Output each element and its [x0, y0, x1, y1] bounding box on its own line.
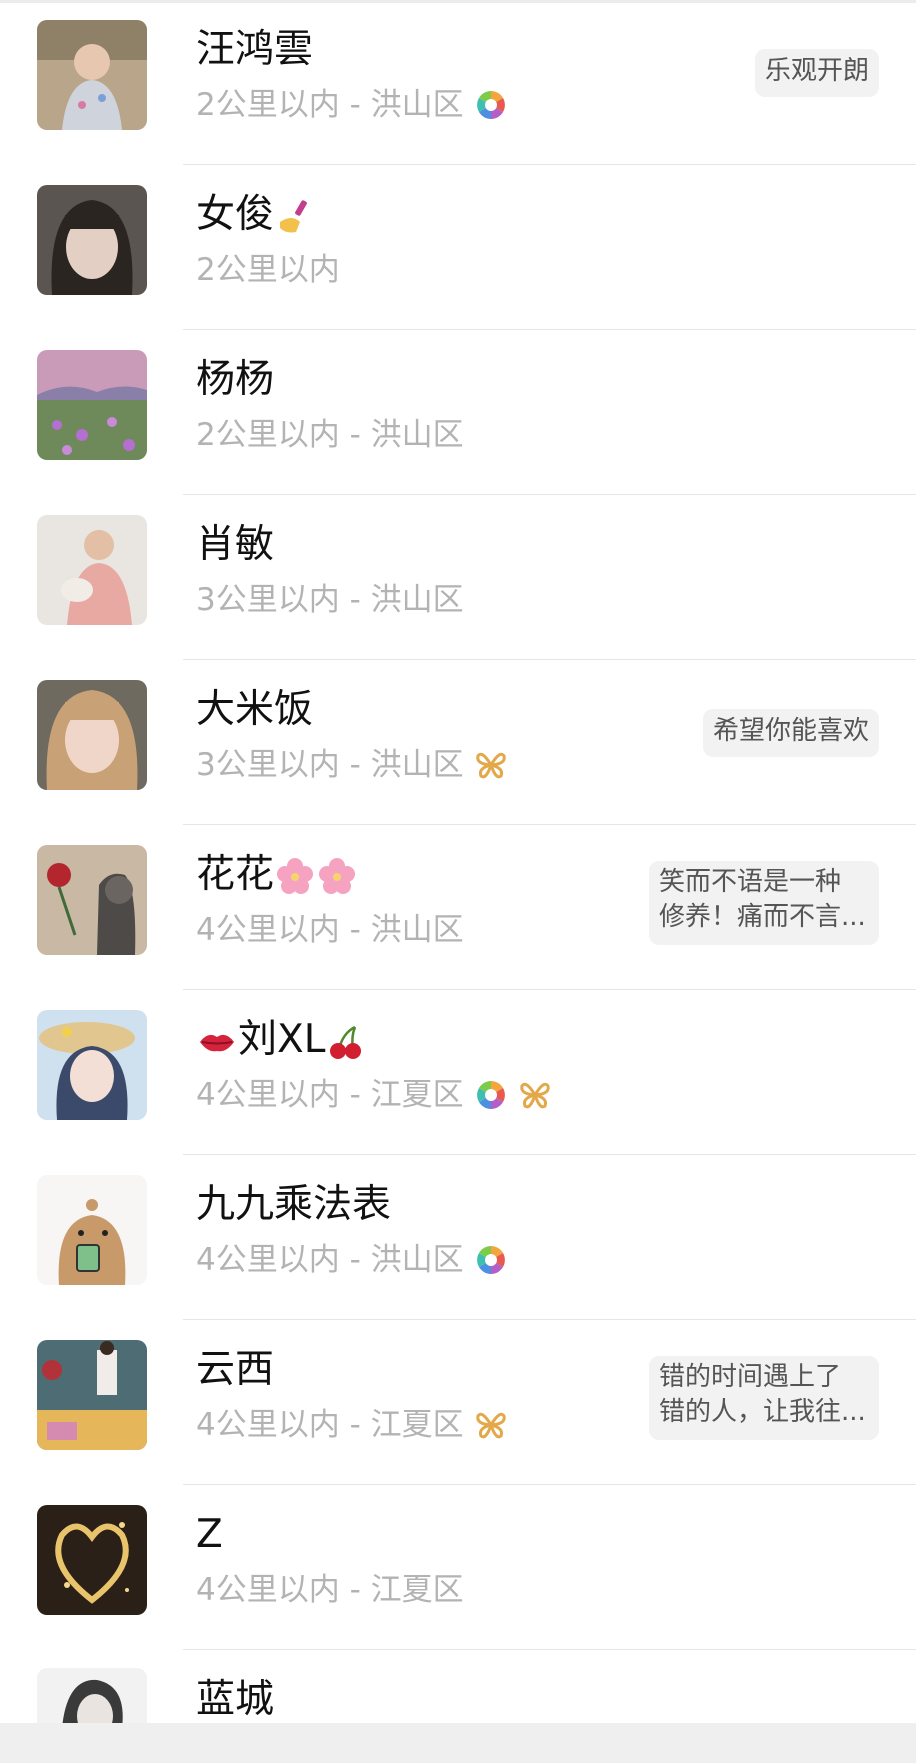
avatar[interactable] — [37, 20, 147, 130]
contact-distance: 4公里以内 - 洪山区 — [196, 1242, 464, 1278]
list-item[interactable]: 九九乘法表 4公里以内 - 洪山区 — [0, 1155, 916, 1320]
list-item[interactable]: 汪鸿雲 2公里以内 - 洪山区 乐观开朗 — [0, 0, 916, 165]
cherries-icon — [325, 1021, 367, 1063]
butterfly-icon — [474, 1408, 508, 1442]
signature-tag: 笑而不语是一种 修养！痛而不言... — [649, 861, 879, 945]
contact-name: 刘XL — [196, 1016, 367, 1064]
avatar[interactable] — [37, 1668, 147, 1723]
signature-tag: 错的时间遇上了 错的人，让我往... — [649, 1356, 879, 1440]
contact-distance-row: 4公里以内 - 洪山区 — [196, 910, 464, 950]
rainbow-shutter-icon — [474, 1078, 508, 1112]
contact-distance: 4公里以内 - 洪山区 — [196, 912, 464, 948]
contact-distance-row: 3公里以内 - 洪山区 — [196, 580, 464, 620]
butterfly-icon — [474, 748, 508, 782]
avatar[interactable] — [37, 845, 147, 955]
avatar[interactable] — [37, 1340, 147, 1450]
list-item[interactable]: 女俊 2公里以内 — [0, 165, 916, 330]
contact-name: 肖敏 — [196, 522, 275, 567]
list-item[interactable]: 肖敏 3公里以内 - 洪山区 — [0, 495, 916, 660]
contact-name: Z — [196, 1512, 223, 1557]
bottom-bar — [0, 1723, 916, 1763]
contact-distance-row: 2公里以内 — [196, 250, 340, 290]
contact-name: 花花 — [196, 851, 358, 899]
avatar[interactable] — [37, 1505, 147, 1615]
list-item[interactable]: Z 4公里以内 - 江夏区 — [0, 1485, 916, 1650]
list-item[interactable]: 大米饭 3公里以内 - 洪山区 希望你能喜欢 — [0, 660, 916, 825]
avatar[interactable] — [37, 350, 147, 460]
signature-tag: 希望你能喜欢 — [702, 709, 879, 757]
contact-distance-row: 4公里以内 - 洪山区 — [196, 1240, 508, 1280]
contact-distance: 4公里以内 - 江夏区 — [196, 1077, 464, 1113]
avatar[interactable] — [37, 515, 147, 625]
contact-name: 汪鸿雲 — [196, 27, 314, 72]
signature-tag: 乐观开朗 — [754, 49, 879, 97]
contact-distance: 2公里以内 — [196, 252, 340, 288]
avatar[interactable] — [37, 680, 147, 790]
rainbow-shutter-icon — [474, 88, 508, 122]
list-item[interactable]: 云西 4公里以内 - 江夏区 错的时间遇上了 错的人，让我往... — [0, 1320, 916, 1485]
contact-distance-row: 4公里以内 - 江夏区 — [196, 1570, 464, 1610]
contact-name: 杨杨 — [196, 357, 275, 402]
contact-distance: 4公里以内 - 江夏区 — [196, 1572, 464, 1608]
cherry-blossom-icon — [316, 856, 358, 898]
cherry-blossom-icon — [274, 856, 316, 898]
avatar[interactable] — [37, 1010, 147, 1120]
contact-distance-row: 2公里以内 - 洪山区 — [196, 85, 508, 125]
contact-name: 蓝城 — [196, 1677, 275, 1722]
contact-distance: 3公里以内 - 洪山区 — [196, 582, 464, 618]
contact-distance: 2公里以内 - 洪山区 — [196, 417, 464, 453]
contact-distance: 2公里以内 - 洪山区 — [196, 87, 464, 123]
list-item[interactable]: 刘XL 4公里以内 - 江夏区 — [0, 990, 916, 1155]
list-item[interactable]: 杨杨 2公里以内 - 洪山区 — [0, 330, 916, 495]
contact-distance: 3公里以内 - 洪山区 — [196, 747, 464, 783]
rainbow-shutter-icon — [474, 1243, 508, 1277]
contact-name: 云西 — [196, 1347, 275, 1392]
list-item[interactable]: 花花 4公里以内 - 洪山区 笑而不语是一种 修养！痛而不言... — [0, 825, 916, 990]
contact-distance: 4公里以内 - 江夏区 — [196, 1407, 464, 1443]
contact-distance-row: 4公里以内 - 江夏区 — [196, 1075, 552, 1115]
nail-polish-icon — [274, 196, 316, 238]
contact-distance-row: 3公里以内 - 洪山区 — [196, 745, 508, 785]
contact-name: 女俊 — [196, 191, 316, 239]
contact-name: 九九乘法表 — [196, 1182, 392, 1227]
contact-distance-row: 4公里以内 - 江夏区 — [196, 1405, 508, 1445]
lips-icon — [196, 1021, 238, 1063]
butterfly-icon — [518, 1078, 552, 1112]
contact-name: 大米饭 — [196, 687, 314, 732]
list-item[interactable]: 蓝城 — [0, 1650, 916, 1723]
contact-distance-row: 2公里以内 - 洪山区 — [196, 415, 464, 455]
avatar[interactable] — [37, 185, 147, 295]
avatar[interactable] — [37, 1175, 147, 1285]
